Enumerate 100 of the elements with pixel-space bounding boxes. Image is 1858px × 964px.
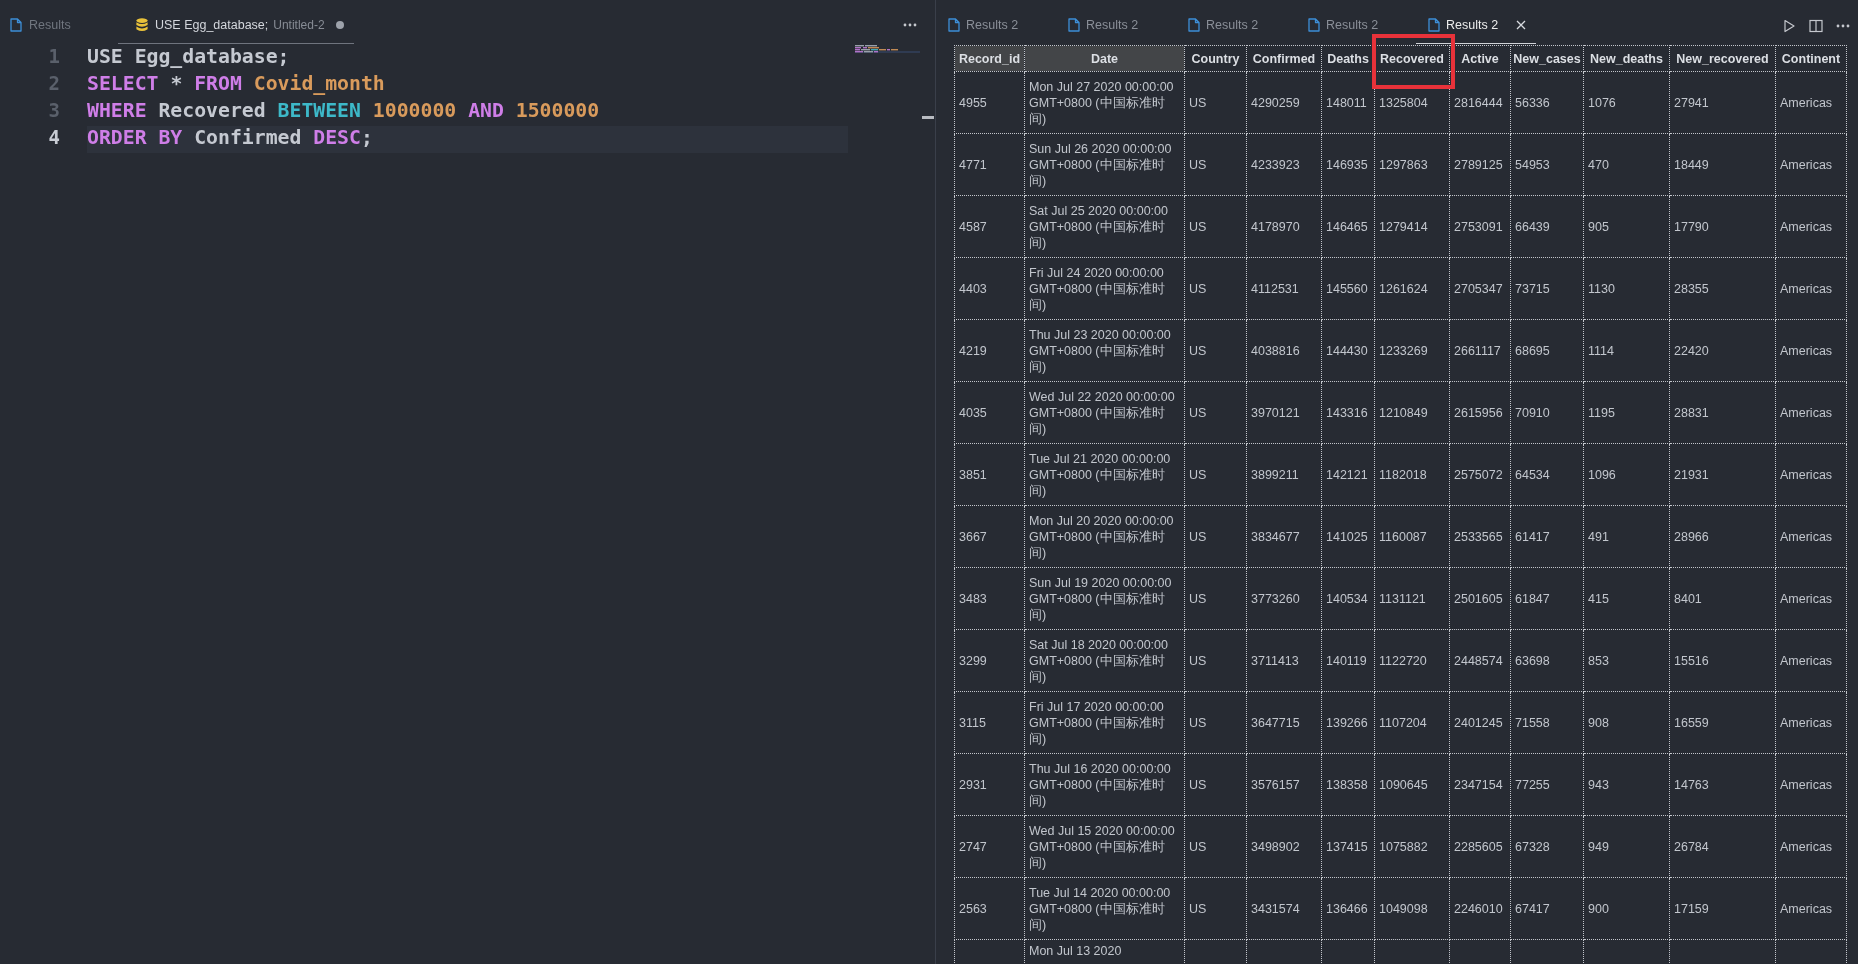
table-cell: 1325804	[1374, 71, 1450, 134]
table-cell: US	[1184, 319, 1247, 382]
table-cell: 1049098	[1374, 877, 1450, 940]
table-cell: 2747	[954, 815, 1025, 878]
more-icon[interactable]	[903, 23, 917, 27]
result-tab[interactable]: Results 2	[1416, 0, 1536, 44]
column-header[interactable]: Confirmed	[1247, 46, 1321, 71]
table-cell: 64534	[1510, 443, 1584, 506]
table-cell: 146935	[1321, 133, 1375, 196]
table-cell: 2401245	[1449, 691, 1511, 754]
table-cell: Thu Jul 16 2020 00:00:00 GMT+0800 (中国标准时间)	[1024, 753, 1185, 816]
table-cell: 2347154	[1449, 753, 1511, 816]
table-cell: Sun Jul 26 2020 00:00:00 GMT+0800 (中国标准时间)	[1024, 133, 1185, 196]
result-tab[interactable]: Results 2	[1056, 0, 1176, 44]
table-cell: 21931	[1669, 443, 1776, 506]
column-header[interactable]: Active	[1450, 46, 1510, 71]
table-cell: 4038816	[1246, 319, 1322, 382]
column-header[interactable]: Date	[1025, 46, 1184, 71]
overview-ruler-mark	[921, 116, 934, 119]
table-cell: 2753091	[1449, 195, 1511, 258]
more-icon[interactable]	[1836, 23, 1850, 28]
table-cell: 61847	[1510, 567, 1584, 630]
table-cell: 2705347	[1449, 257, 1511, 320]
table-cell: Americas	[1775, 257, 1847, 320]
table-cell: US	[1184, 877, 1247, 940]
table-cell: US	[1184, 71, 1247, 134]
table-cell: 138358	[1321, 753, 1375, 816]
table-cell: 2533565	[1449, 505, 1511, 568]
table-cell: US	[1184, 567, 1247, 630]
table-cell: 145560	[1321, 257, 1375, 320]
code-line: SELECT * FROM Covid_month	[87, 72, 385, 95]
table-cell: 54953	[1510, 133, 1584, 196]
table-cell: Americas	[1775, 195, 1847, 258]
table-cell: Americas	[1775, 629, 1847, 692]
table-cell: Americas	[1775, 505, 1847, 568]
table-cell: 61417	[1510, 505, 1584, 568]
table-cell: Wed Jul 22 2020 00:00:00 GMT+0800 (中国标准时间)	[1024, 381, 1185, 444]
result-tab[interactable]: Results 2	[936, 0, 1056, 44]
table-cell: 949	[1583, 815, 1670, 878]
column-header[interactable]: Country	[1185, 46, 1246, 71]
table-cell: 139266	[1321, 691, 1375, 754]
table-cell: 17159	[1669, 877, 1776, 940]
table-cell: Sun Jul 19 2020 00:00:00 GMT+0800 (中国标准时间)	[1024, 567, 1185, 630]
table-cell: 28966	[1669, 505, 1776, 568]
database-icon	[136, 18, 148, 32]
table-cell: 1076	[1583, 71, 1670, 134]
table-cell: 470	[1583, 133, 1670, 196]
document-icon	[948, 18, 960, 32]
table-cell: Americas	[1775, 381, 1847, 444]
close-icon[interactable]	[1516, 20, 1527, 30]
table-cell: 3711413	[1246, 629, 1322, 692]
table-cell: 4955	[954, 71, 1025, 134]
table-cell: 1114	[1583, 319, 1670, 382]
column-header[interactable]: New_cases	[1511, 46, 1583, 71]
split-view-icon[interactable]	[1809, 18, 1823, 33]
result-tab[interactable]: Results 2	[1296, 0, 1416, 44]
table-cell: 4219	[954, 319, 1025, 382]
table-cell: 3899211	[1246, 443, 1322, 506]
table-cell: 2285605	[1449, 815, 1511, 878]
table-cell: 27941	[1669, 71, 1776, 134]
table-cell: 3299	[954, 629, 1025, 692]
table-cell: Mon Jul 20 2020 00:00:00 GMT+0800 (中国标准时间)	[1024, 505, 1185, 568]
table-cell: 908	[1583, 691, 1670, 754]
document-icon	[1188, 18, 1200, 32]
table-cell: 4035	[954, 381, 1025, 444]
table-cell: US	[1184, 505, 1247, 568]
table-cell: US	[1184, 753, 1247, 816]
table-cell: Sat Jul 25 2020 00:00:00 GMT+0800 (中国标准时间)	[1024, 195, 1185, 258]
table-cell: 136466	[1321, 877, 1375, 940]
play-icon[interactable]	[1782, 18, 1796, 33]
table-cell: 853	[1583, 629, 1670, 692]
editor-tab[interactable]: USE Egg_database; Untitled-2	[118, 0, 354, 44]
document-icon	[10, 18, 22, 32]
document-icon	[1308, 18, 1320, 32]
line-number: 1	[48, 45, 60, 69]
table-cell: 3667	[954, 505, 1025, 568]
column-header[interactable]: Deaths	[1322, 46, 1374, 71]
table-cell: 4112531	[1246, 257, 1322, 320]
table-cell: 1261624	[1374, 257, 1450, 320]
table-cell: 2931	[954, 753, 1025, 816]
table-cell: 900	[1583, 877, 1670, 940]
table-cell: 3773260	[1246, 567, 1322, 630]
result-tab[interactable]: Results 2	[1176, 0, 1296, 44]
table-cell: 18449	[1669, 133, 1776, 196]
column-header[interactable]: New_deaths	[1584, 46, 1669, 71]
table-cell: 2816444	[1449, 71, 1511, 134]
table-cell: 15516	[1669, 629, 1776, 692]
table-cell: US	[1184, 443, 1247, 506]
table-cell: 3483	[954, 567, 1025, 630]
table-cell: Tue Jul 14 2020 00:00:00 GMT+0800 (中国标准时间)	[1024, 877, 1185, 940]
table-cell: 28355	[1669, 257, 1776, 320]
column-header[interactable]: New_recovered	[1670, 46, 1775, 71]
table-cell: 415	[1583, 567, 1670, 630]
table-cell: 16559	[1669, 691, 1776, 754]
table-cell: 4178970	[1246, 195, 1322, 258]
column-header[interactable]: Continent	[1776, 46, 1846, 71]
table-cell: Fri Jul 24 2020 00:00:00 GMT+0800 (中国标准时间)	[1024, 257, 1185, 320]
table-cell: US	[1184, 195, 1247, 258]
column-header[interactable]: Record_id	[955, 46, 1024, 71]
column-header[interactable]: Recovered	[1375, 46, 1449, 71]
